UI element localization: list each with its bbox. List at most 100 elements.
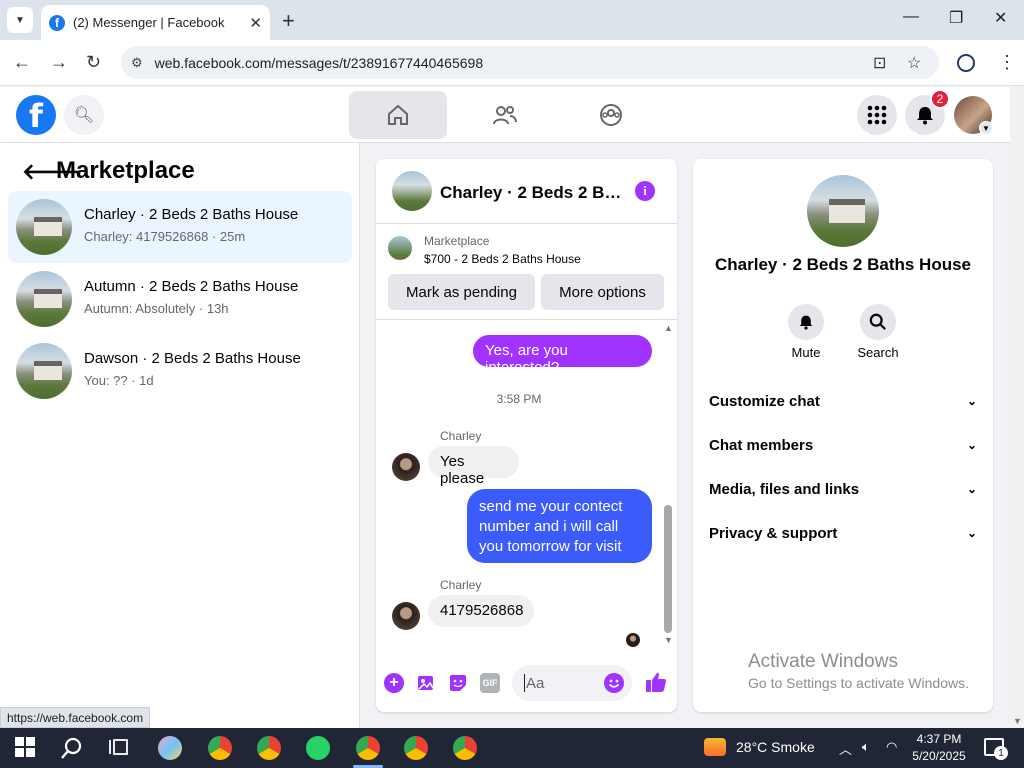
listing-mini-thumbnail xyxy=(388,236,412,260)
message-line: you tomorrow for visit xyxy=(479,538,622,555)
weather-widget[interactable]: 28°C Smoke xyxy=(704,738,815,756)
chevron-down-icon: ⌄ xyxy=(966,482,977,496)
listing-large-thumbnail[interactable] xyxy=(807,175,879,247)
install-app-icon[interactable]: ⊡ xyxy=(873,53,886,73)
photo-icon[interactable] xyxy=(416,673,436,693)
tray-chevron-up-icon[interactable]: ︿ xyxy=(839,739,852,758)
forward-button[interactable]: → xyxy=(50,52,68,73)
speaker-icon[interactable]: 🔈︎ xyxy=(862,739,870,755)
chevron-down-icon: ⌄ xyxy=(966,438,977,452)
outgoing-message[interactable]: Yes, are you interested? xyxy=(473,335,652,376)
maximize-button[interactable]: ❐ xyxy=(949,8,963,28)
chrome-profile-icon[interactable] xyxy=(453,736,477,760)
conversation-preview: You: ?? · 1d xyxy=(84,373,154,388)
info-icon[interactable]: i xyxy=(635,181,655,201)
wifi-icon[interactable]: ◠ xyxy=(886,739,897,755)
media-files-links-section[interactable]: Media, files and links ⌄ xyxy=(709,471,977,507)
menu-grid-icon[interactable] xyxy=(857,95,897,135)
conversation-name: Dawson · 2 Beds 2 Baths House xyxy=(84,350,301,367)
site-settings-icon[interactable]: ⚙ xyxy=(131,55,143,71)
plus-icon[interactable]: + xyxy=(384,673,404,693)
conversation-preview: Charley: 4179526868 · 25m xyxy=(84,229,246,244)
back-button[interactable]: ← xyxy=(13,52,31,73)
whatsapp-icon[interactable] xyxy=(306,736,330,760)
chrome-icon[interactable] xyxy=(208,736,232,760)
listing-banner: Marketplace $700 - 2 Beds 2 Baths House … xyxy=(376,224,677,320)
chat-scrollbar[interactable]: ▲ ▼ xyxy=(664,323,673,645)
conversation-item-autumn[interactable]: Autumn · 2 Beds 2 Baths House Autumn: Ab… xyxy=(8,263,352,335)
chrome-active-icon[interactable] xyxy=(356,736,380,760)
customize-chat-section[interactable]: Customize chat ⌄ xyxy=(709,383,977,419)
listing-price[interactable]: $700 - 2 Beds 2 Baths House xyxy=(424,252,581,266)
sticker-icon[interactable] xyxy=(448,673,468,693)
marketplace-conversation-list: 🡐 Marketplace Charley · 2 Beds 2 Baths H… xyxy=(0,143,360,728)
chat-title[interactable]: Charley · 2 Beds 2 Ba... xyxy=(440,183,622,203)
system-clock[interactable]: 4:37 PM 5/20/2025 xyxy=(904,731,974,765)
scroll-up-icon[interactable]: ▲ xyxy=(664,323,673,333)
scroll-down-icon[interactable]: ▼ xyxy=(664,635,673,645)
windows-start-icon[interactable] xyxy=(14,736,38,760)
facebook-favicon-icon: f xyxy=(49,14,65,31)
tab-title: (2) Messenger | Facebook xyxy=(73,15,225,30)
sender-name: Charley xyxy=(440,429,482,443)
chrome-profile-icon[interactable] xyxy=(404,736,428,760)
chevron-down-icon[interactable]: ▼ xyxy=(979,121,993,135)
scroll-down-icon[interactable]: ▼ xyxy=(1013,716,1022,726)
reload-button[interactable]: ↻ xyxy=(86,52,101,73)
section-label: Chat members xyxy=(709,436,814,454)
chat-thumbnail[interactable] xyxy=(392,171,432,211)
new-tab-button[interactable]: + xyxy=(282,8,295,34)
conversation-name: Charley · 2 Beds 2 Baths House xyxy=(84,206,299,223)
friends-tab[interactable] xyxy=(456,91,554,139)
chat-header: Charley · 2 Beds 2 Ba... i xyxy=(376,159,677,224)
home-tab[interactable] xyxy=(349,91,447,139)
bookmark-star-icon[interactable]: ☆ xyxy=(907,53,921,73)
sender-avatar[interactable] xyxy=(392,453,420,481)
sender-avatar[interactable] xyxy=(392,602,420,630)
listing-thumbnail xyxy=(16,271,72,327)
activate-windows-title: Activate Windows xyxy=(748,651,898,672)
groups-tab[interactable] xyxy=(562,91,660,139)
conversation-item-dawson[interactable]: Dawson · 2 Beds 2 Baths House You: ?? · … xyxy=(8,335,352,407)
browser-tab[interactable]: f (2) Messenger | Facebook ✕ xyxy=(41,5,270,40)
activate-windows-subtitle: Go to Settings to activate Windows. xyxy=(748,675,969,691)
clock-date: 5/20/2025 xyxy=(912,749,966,763)
chrome-profile-a-icon[interactable] xyxy=(257,736,281,760)
activate-windows-watermark: Activate Windows Go to Settings to activ… xyxy=(748,651,969,691)
paint-app-icon[interactable] xyxy=(158,736,182,760)
mark-as-pending-button[interactable]: Mark as pending xyxy=(388,274,535,310)
sender-name: Charley xyxy=(440,578,482,592)
page-scrollbar[interactable]: ▼ xyxy=(1010,87,1024,728)
close-window-button[interactable]: ✕ xyxy=(994,8,1007,28)
chat-members-section[interactable]: Chat members ⌄ xyxy=(709,427,977,463)
scrollbar-thumb[interactable] xyxy=(664,505,672,633)
privacy-support-section[interactable]: Privacy & support ⌄ xyxy=(709,515,977,551)
minimize-button[interactable]: — xyxy=(903,8,919,26)
panel-title: Marketplace xyxy=(56,157,195,184)
incoming-message[interactable]: Yes please xyxy=(428,446,519,487)
search-icon[interactable]: 🔍︎ xyxy=(64,95,104,135)
outgoing-message-multiline[interactable]: send me your contect number and i will c… xyxy=(467,489,652,563)
chrome-menu-icon[interactable]: ⋮ xyxy=(998,52,1016,73)
conversation-item-charley[interactable]: Charley · 2 Beds 2 Baths House Charley: … xyxy=(8,191,352,263)
listing-thumbnail xyxy=(16,199,72,255)
address-bar[interactable]: ⚙ web.facebook.com/messages/t/2389167744… xyxy=(121,46,939,79)
search-conversation-button[interactable] xyxy=(860,304,896,340)
task-view-icon[interactable] xyxy=(108,736,132,760)
weather-icon xyxy=(704,738,726,756)
message-line: send me your contect xyxy=(479,498,623,515)
close-tab-icon[interactable]: ✕ xyxy=(249,14,262,32)
browser-toolbar: ← → ↻ ⚙ web.facebook.com/messages/t/2389… xyxy=(0,40,1024,86)
incoming-message[interactable]: 4179526868 xyxy=(428,595,534,627)
more-options-button[interactable]: More options xyxy=(541,274,664,310)
taskbar-search-icon[interactable] xyxy=(60,736,84,760)
facebook-logo-icon[interactable]: f xyxy=(16,95,56,135)
thumbs-up-icon[interactable] xyxy=(644,670,668,700)
home-icon xyxy=(388,104,408,125)
mute-button[interactable] xyxy=(788,304,824,340)
emoji-icon[interactable] xyxy=(604,673,624,693)
chrome-profile-icon[interactable] xyxy=(957,54,975,72)
tab-search-button[interactable]: ▼ xyxy=(7,7,33,33)
gif-icon[interactable]: GIF xyxy=(480,673,500,693)
facebook-header: f 🔍︎ xyxy=(0,87,1010,143)
